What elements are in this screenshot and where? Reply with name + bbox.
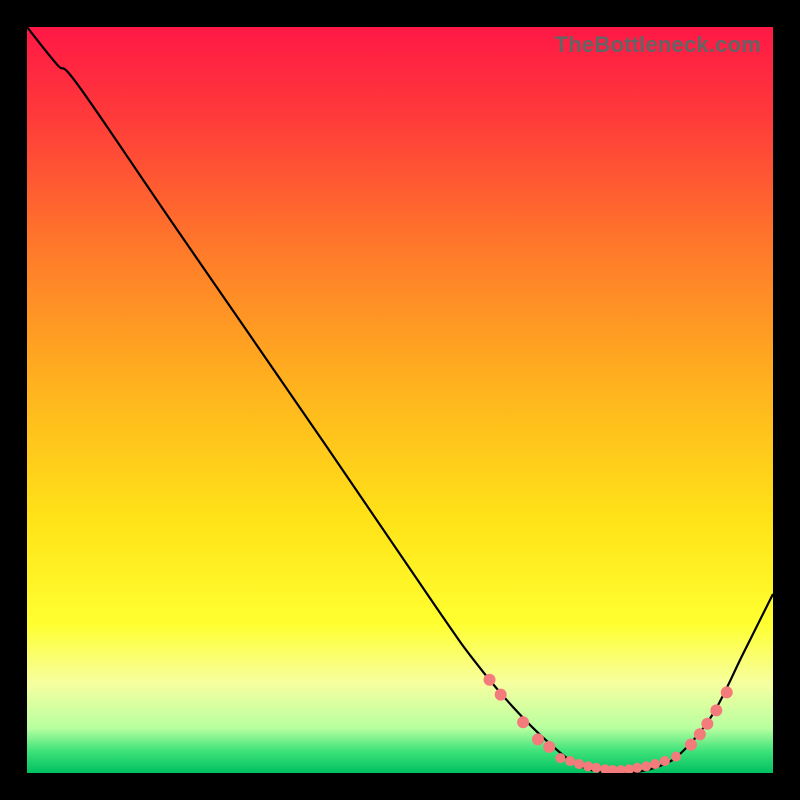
data-marker — [532, 733, 544, 745]
data-marker — [543, 741, 555, 753]
data-marker — [685, 739, 697, 751]
bottleneck-curve — [27, 27, 773, 773]
data-marker — [555, 753, 565, 763]
data-marker — [565, 756, 575, 766]
data-marker — [694, 728, 706, 740]
data-marker — [710, 704, 722, 716]
chart-container: TheBottleneck.com — [0, 0, 800, 800]
data-marker — [650, 759, 660, 769]
data-marker — [495, 689, 507, 701]
marker-group — [484, 674, 733, 773]
data-marker — [517, 716, 529, 728]
data-marker — [632, 763, 642, 773]
data-marker — [591, 763, 601, 773]
data-marker — [641, 761, 651, 771]
data-marker — [721, 686, 733, 698]
data-marker — [484, 674, 496, 686]
data-marker — [660, 756, 670, 766]
data-marker — [671, 752, 681, 762]
curve-layer — [27, 27, 773, 773]
data-marker — [701, 718, 713, 730]
data-marker — [574, 759, 584, 769]
plot-area: TheBottleneck.com — [27, 27, 773, 773]
